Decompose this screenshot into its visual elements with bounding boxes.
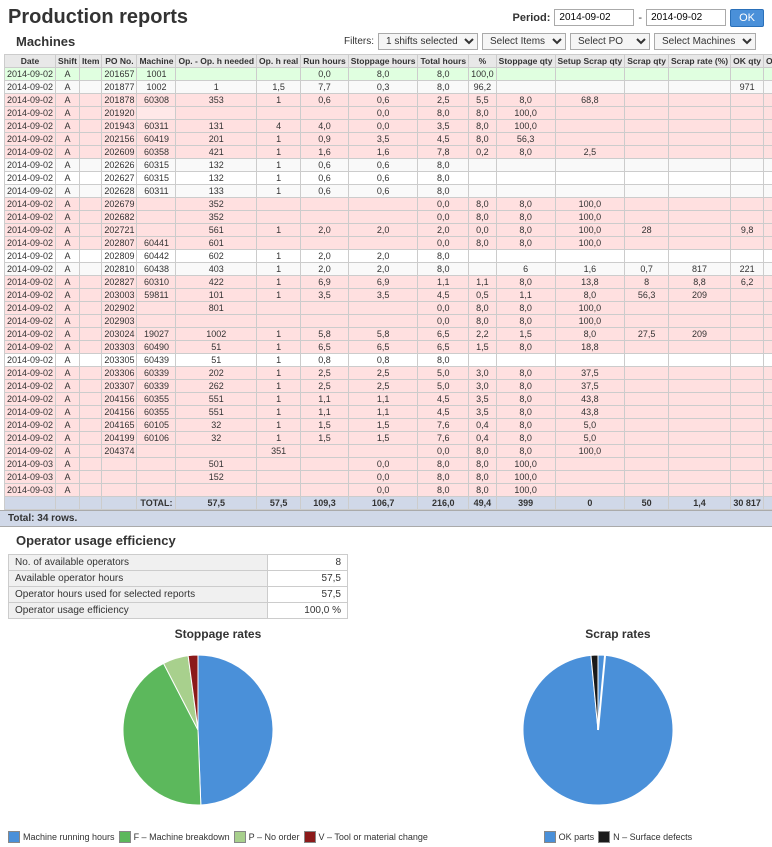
col-total-hours: Total hours xyxy=(418,55,469,68)
col-stoppage-qty: Stoppage qty xyxy=(496,55,555,68)
table-row: 2014-09-02A2019200,08,08,0100,026,34 xyxy=(5,107,772,120)
charts-section: Stoppage rates Machine running hours F – … xyxy=(0,623,772,847)
scrap-pie-chart xyxy=(508,645,728,825)
col-stoppage-hours: Stoppage hours xyxy=(348,55,418,68)
filter-items-select[interactable]: Select Items xyxy=(482,33,566,50)
table-row: 2014-09-02A2021566041920110,93,54,58,056… xyxy=(5,133,772,146)
page-title: Production reports xyxy=(8,6,188,29)
table-row: 2014-09-02A2028276031042216,96,91,11,18,… xyxy=(5,276,772,289)
scrap-chart-container: Scrap rates OK partsN – Surface defects xyxy=(508,627,728,843)
col-scrap-rate: Scrap rate (%) xyxy=(668,55,730,68)
col-setup-scrap: Setup Scrap qty xyxy=(555,55,625,68)
scrap-legend: OK partsN – Surface defects xyxy=(544,831,693,843)
operator-table: No. of available operators8Available ope… xyxy=(8,554,348,619)
table-row: 2014-09-02A2033076033926212,52,55,03,08,… xyxy=(5,380,772,393)
col-ok-value: OK qty value xyxy=(764,55,772,68)
table-row: 2014-09-02A203305604395110,80,88,02 1002… xyxy=(5,354,772,367)
table-row: 2014-09-02A20302419027100215,85,86,52,21… xyxy=(5,328,772,341)
col-machine: Machine xyxy=(137,55,176,68)
scrap-legend-legend-row: OK partsN – Surface defects xyxy=(544,831,693,843)
operator-title: Operator usage efficiency xyxy=(8,531,764,550)
stoppage-legend-legend-row: Machine running hours F – Machine breakdo… xyxy=(8,831,428,843)
table-row: 2014-09-02A20272156112,02,02,00,08,0100,… xyxy=(5,224,772,237)
table-row: 2014-09-02A2029030,08,08,0100,048,00 xyxy=(5,315,772,328)
filters-row: Filters: 1 shifts selected Select Items … xyxy=(336,31,764,52)
table-row: 2014-09-02A2030035981110113,53,54,50,51,… xyxy=(5,289,772,302)
table-row: 2014-09-02A2033066033920212,52,55,03,08,… xyxy=(5,367,772,380)
operator-table-row: Available operator hours57,5 xyxy=(9,571,348,587)
total-row: TOTAL:57,557,5109,3106,7216,049,43990501… xyxy=(5,497,772,510)
period-separator: - xyxy=(638,12,642,24)
table-row: 2014-09-02A2026823520,08,08,0100,055,75 xyxy=(5,211,772,224)
filter-po-select[interactable]: Select PO xyxy=(570,33,650,50)
filter-shifts-select[interactable]: 1 shifts selected xyxy=(378,33,478,50)
table-row: 2014-09-02A2026286031113310,60,68,02 500… xyxy=(5,185,772,198)
col-percent: % xyxy=(469,55,497,68)
col-item: Item xyxy=(79,55,101,68)
table-row: 2014-09-02A2041566035555111,11,14,53,58,… xyxy=(5,393,772,406)
table-row: 2014-09-02A20165710010,08,08,0100,048,00 xyxy=(5,68,772,81)
col-op-h-real: Op. h real xyxy=(257,55,301,68)
table-row: 2014-09-03A5010,08,08,0100,0 xyxy=(5,458,772,471)
col-shift: Shift xyxy=(56,55,80,68)
table-row: 2014-09-02A201877100211,57,70,38,096,297… xyxy=(5,81,772,94)
stoppage-pie-chart xyxy=(108,645,328,825)
legend-item: F – Machine breakdown xyxy=(119,831,230,843)
legend-item: OK parts xyxy=(544,831,595,843)
table-row: 2014-09-02A2028106043840312,02,08,061,60… xyxy=(5,263,772,276)
stoppage-chart-title: Stoppage rates xyxy=(175,627,262,641)
col-pono: PO No. xyxy=(102,55,137,68)
table-row: 2014-09-02A2026266031513210,60,68,02 500… xyxy=(5,159,772,172)
stoppage-legend: Machine running hours F – Machine breakdo… xyxy=(8,831,428,843)
table-row: 2014-09-02A2041566035555111,11,14,53,58,… xyxy=(5,406,772,419)
table-row: 2014-09-02A202807604416010,08,08,0100,05… xyxy=(5,237,772,250)
main-table-wrapper: Date Shift Item PO No. Machine Op. - Op.… xyxy=(0,54,772,510)
col-run-hours: Run hours xyxy=(301,55,349,68)
col-ok-qty: OK qty xyxy=(731,55,764,68)
stoppage-chart-container: Stoppage rates Machine running hours F – … xyxy=(8,627,428,843)
period-to-input[interactable] xyxy=(646,9,726,26)
table-row: 2014-09-02A203303604905116,56,56,51,58,0… xyxy=(5,341,772,354)
col-op-h-needed: Op. - Op. h needed xyxy=(176,55,257,68)
main-table: Date Shift Item PO No. Machine Op. - Op.… xyxy=(4,54,772,510)
operator-table-row: Operator usage efficiency100,0 % xyxy=(9,603,348,619)
legend-item: Machine running hours xyxy=(8,831,115,843)
table-row: 2014-09-02A2043743510,08,08,0100,060,00 xyxy=(5,445,772,458)
period-label: Period: xyxy=(513,12,551,24)
table-row: 2014-09-02A204165601053211,51,57,60,48,0… xyxy=(5,419,772,432)
table-row: 2014-09-03A0,08,08,0100,0 xyxy=(5,484,772,497)
table-row: 2014-09-02A2026276031513210,60,68,02 500… xyxy=(5,172,772,185)
table-row: 2014-09-02A2018786030835310,60,62,55,58,… xyxy=(5,94,772,107)
col-date: Date xyxy=(5,55,56,68)
operator-table-row: No. of available operators8 xyxy=(9,555,348,571)
machines-title: Machines xyxy=(8,32,83,51)
period-from-input[interactable] xyxy=(554,9,634,26)
filter-machines-select[interactable]: Select Machines xyxy=(654,33,756,50)
table-row: 2014-09-02A204199601063211,51,57,60,48,0… xyxy=(5,432,772,445)
operator-section: Operator usage efficiency No. of availab… xyxy=(0,527,772,623)
table-row: 2014-09-02A2028096044260212,02,08,059424… xyxy=(5,250,772,263)
scrap-chart-title: Scrap rates xyxy=(585,627,650,641)
col-scrap-qty: Scrap qty xyxy=(625,55,669,68)
rows-count: Total: 34 rows. xyxy=(0,510,772,527)
ok-button[interactable]: OK xyxy=(730,9,764,27)
table-row: 2014-09-02A2019436031113144,00,03,58,010… xyxy=(5,120,772,133)
table-row: 2014-09-03A1520,08,08,0100,0 xyxy=(5,471,772,484)
period-section: Period: - OK xyxy=(513,9,764,27)
table-row: 2014-09-02A2026793520,08,08,0100,055,75 xyxy=(5,198,772,211)
legend-item: P – No order xyxy=(234,831,300,843)
table-row: 2014-09-02A2026096035842111,61,67,80,28,… xyxy=(5,146,772,159)
table-row: 2014-09-02A2029028010,08,08,0100,048,00 xyxy=(5,302,772,315)
operator-table-row: Operator hours used for selected reports… xyxy=(9,587,348,603)
page-header: Production reports Period: - OK xyxy=(0,0,772,31)
legend-item: N – Surface defects xyxy=(598,831,692,843)
filters-label: Filters: xyxy=(344,36,374,47)
legend-item: V – Tool or material change xyxy=(304,831,428,843)
